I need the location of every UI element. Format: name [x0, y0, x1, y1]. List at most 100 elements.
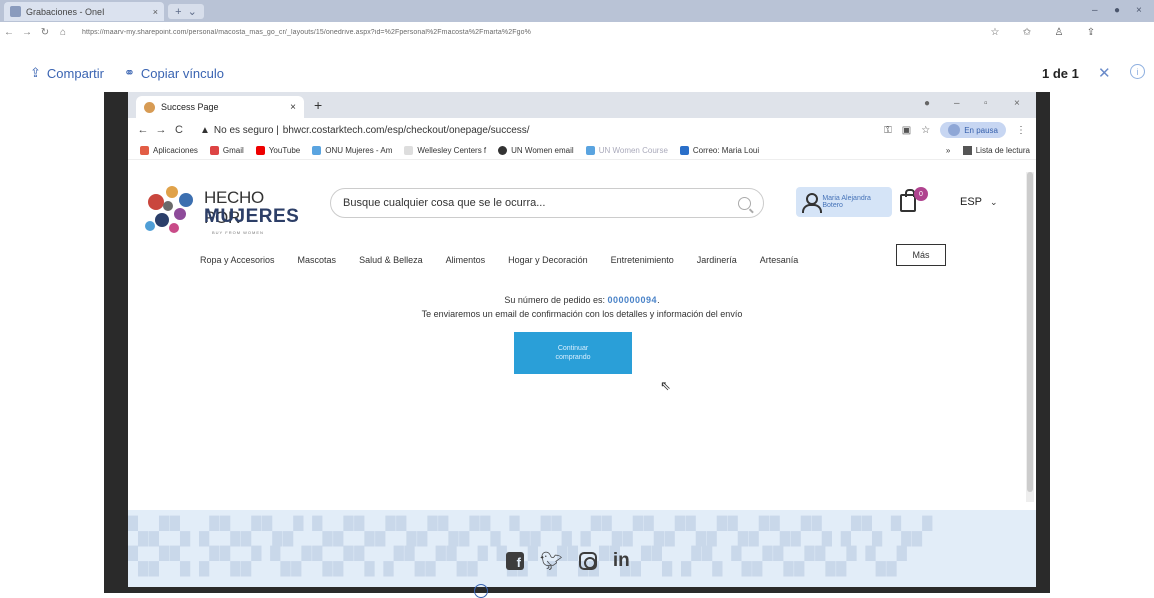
bookmark-star-icon[interactable]: ☆ [921, 125, 930, 136]
new-tab-plus-icon[interactable]: + [314, 97, 322, 113]
outer-tab-title: Grabaciones - OneI [26, 6, 105, 17]
bookmark-apps[interactable]: Aplicaciones [140, 146, 198, 155]
bookmark-youtube[interactable]: YouTube [255, 146, 300, 155]
category-hogar[interactable]: Hogar y Decoración [508, 255, 588, 265]
outer-url-field[interactable]: https://maarv-my.sharepoint.com/personal… [82, 29, 972, 36]
reading-list-icon [962, 146, 972, 155]
info-icon[interactable]: i [1130, 64, 1145, 79]
viewer-toolbar: ⇪ Compartir ⚭ Copiar vínculo 1 de 1 ✕ i [0, 62, 1154, 84]
search-placeholder: Busque cualquier cosa que se le ocurra..… [343, 197, 546, 209]
inner-tab-title: Success Page [161, 102, 219, 112]
close-window-icon[interactable]: × [1136, 5, 1142, 16]
site-favicon-icon [144, 101, 155, 113]
copy-link-button[interactable]: ⚭ Copiar vínculo [124, 65, 224, 81]
footer-band: ▚▞▚ ▞▚▞▚▞ ▚▞▚▞▚▞▚▞▚ ▚▞▚ ▞▚▞▚▞▚▞▚▞▚▞▚ ▞▚ … [128, 510, 1036, 587]
document-frame-left [104, 92, 128, 593]
order-number-line: Su número de pedido es: 000000094. [504, 295, 660, 305]
plus-icon: + [175, 5, 182, 18]
user-account-button[interactable]: Maria Alejandra Botero [796, 187, 892, 217]
share-label: Compartir [46, 65, 104, 81]
inner-tab-bar: Success Page × + ● – ▫ × [128, 92, 1036, 118]
reload-icon[interactable]: C [170, 124, 188, 136]
minimize-icon[interactable]: – [1092, 5, 1098, 16]
key-icon[interactable]: ⚿ [884, 125, 892, 136]
close-icon[interactable]: ✕ [1098, 64, 1111, 82]
order-number-link[interactable]: 000000094 [608, 295, 658, 305]
category-alimentos[interactable]: Alimentos [446, 255, 486, 265]
bookmark-wellesley[interactable]: Wellesley Centers f [404, 146, 486, 155]
bookmark-un-women-course[interactable]: UN Women Course [585, 146, 668, 155]
category-ropa[interactable]: Ropa y Accesorios [200, 255, 275, 265]
back-icon[interactable]: ← [134, 124, 152, 136]
linkedin-icon[interactable]: in [613, 550, 630, 572]
close-window-icon[interactable]: × [1014, 98, 1020, 109]
close-tab-icon[interactable]: × [290, 102, 296, 113]
share-icon[interactable]: ⇪ [1082, 27, 1100, 38]
address-bar-icons: ⚿ ▣ ☆ En pausa ⋮ [884, 122, 1026, 138]
bookmark-icon [585, 146, 595, 155]
twitter-icon[interactable]: 🐦︎ [540, 551, 563, 572]
category-artesania[interactable]: Artesanía [760, 255, 799, 265]
bookmark-un-women-email[interactable]: UN Women email [498, 146, 574, 155]
chevron-down-icon: ⌄ [187, 6, 197, 18]
profile-icon[interactable]: ♙ [1050, 27, 1068, 38]
home-icon[interactable]: ⌂ [54, 27, 72, 38]
bookmark-gmail[interactable]: Gmail [209, 146, 244, 155]
instagram-icon[interactable] [578, 552, 597, 570]
record-icon: ● [924, 98, 931, 109]
bookmark-onu-mujeres[interactable]: ONU Mujeres - Am [312, 146, 392, 155]
globe-icon [498, 146, 508, 155]
cast-icon[interactable]: ▣ [902, 125, 911, 136]
security-warning[interactable]: ▲ No es seguro | [200, 125, 279, 136]
forward-icon[interactable]: → [18, 27, 36, 38]
document-frame-right [1036, 92, 1050, 593]
avatar [948, 124, 961, 136]
category-mascotas[interactable]: Mascotas [298, 255, 337, 265]
more-icon: » [945, 146, 951, 155]
reading-list[interactable]: » Lista de lectura [946, 146, 1030, 155]
menu-kebab-icon[interactable]: ⋮ [1016, 125, 1026, 136]
search-icon[interactable] [738, 196, 751, 210]
facebook-icon[interactable]: f [506, 552, 524, 570]
site-search-input[interactable]: Busque cualquier cosa que se le ocurra..… [330, 188, 764, 218]
maximize-icon[interactable]: ● [1114, 5, 1120, 16]
language-selector[interactable]: ESP ⌄ [960, 196, 998, 208]
maximize-icon[interactable]: ▫ [984, 98, 988, 109]
new-tab-button[interactable]: + ⌄ [168, 4, 204, 19]
back-icon[interactable]: ← [0, 27, 18, 38]
apps-icon [140, 146, 149, 155]
category-jardineria[interactable]: Jardinería [697, 255, 737, 265]
category-nav: Ropa y Accesorios Mascotas Salud & Belle… [200, 252, 821, 268]
profile-pause-pill[interactable]: En pausa [940, 122, 1006, 138]
inner-url-field[interactable]: bhwcr.costarktech.com/esp/checkout/onepa… [283, 125, 530, 136]
category-entretenimiento[interactable]: Entretenimiento [611, 255, 674, 265]
logo-illustration-icon [145, 186, 193, 233]
mail-icon [679, 146, 689, 155]
outer-tab[interactable]: Grabaciones - OneI × [4, 2, 164, 21]
document-frame-bottom [104, 587, 1050, 593]
zoom-loupe-icon[interactable] [474, 584, 488, 598]
category-more-button[interactable]: Más [896, 244, 946, 266]
minimize-icon[interactable]: – [954, 98, 960, 109]
category-salud[interactable]: Salud & Belleza [359, 255, 423, 265]
close-tab-icon[interactable]: × [153, 7, 158, 17]
forward-icon[interactable]: → [152, 124, 170, 136]
page-scrollbar[interactable] [1026, 172, 1034, 502]
scrollbar-thumb[interactable] [1027, 172, 1033, 492]
site-logo[interactable]: HECHO POR MUJERES BUY FROM WOMEN [140, 184, 299, 240]
outer-address-bar: ← → ↻ ⌂ https://maarv-my.sharepoint.com/… [0, 22, 1154, 42]
onedrive-favicon-icon [10, 6, 21, 17]
favorite-star-icon[interactable]: ☆ [986, 27, 1004, 38]
continue-shopping-button[interactable]: Continuar comprando [514, 332, 632, 374]
outer-tab-bar: Grabaciones - OneI × + ⌄ – ● × [0, 0, 1154, 22]
gmail-icon [209, 146, 219, 155]
favorites-icon[interactable]: ✩ [1018, 27, 1036, 38]
bookmark-correo[interactable]: Correo: Maria Loui [679, 146, 759, 155]
share-button[interactable]: ⇪ Compartir [30, 65, 104, 81]
language-label: ESP [960, 196, 983, 208]
warning-icon: ▲ [200, 124, 210, 136]
page-counter: 1 de 1 [1042, 65, 1079, 81]
reload-icon[interactable]: ↻ [36, 27, 54, 38]
bookmark-icon [312, 146, 322, 155]
inner-tab[interactable]: Success Page × [136, 96, 304, 118]
